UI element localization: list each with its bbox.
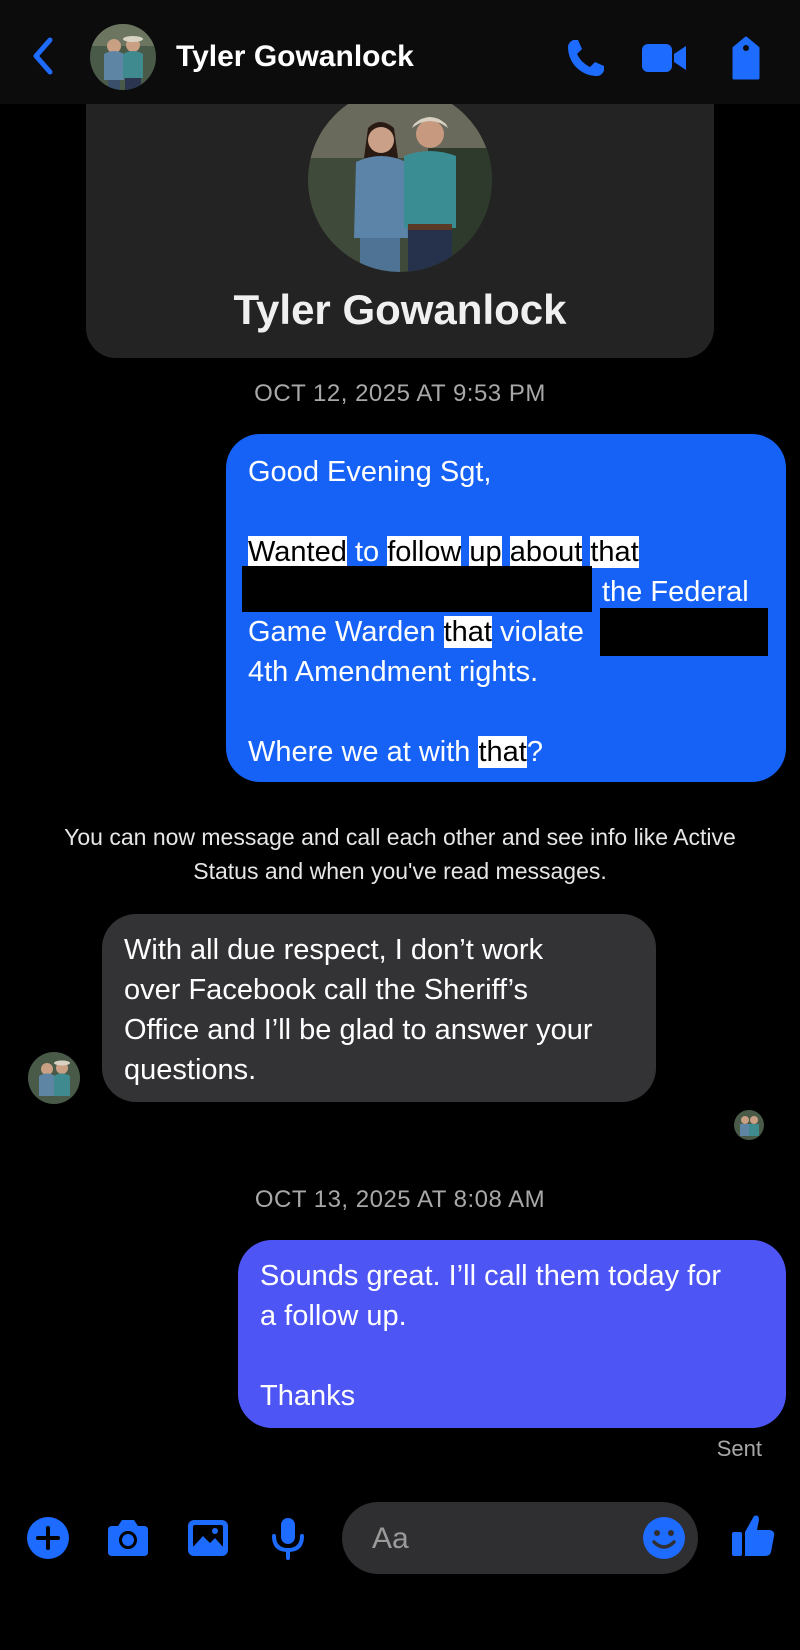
timestamp: OCT 13, 2025 AT 8:08 AM — [254, 1186, 546, 1213]
back-chevron-icon[interactable] — [28, 34, 58, 78]
outgoing-message-bubble[interactable]: Sounds great. I’ll call them today for a… — [238, 1240, 786, 1428]
message-line: questions. — [124, 1054, 257, 1086]
message-line: Sounds great. I’ll call them today for — [260, 1260, 722, 1292]
highlighted-word: about — [509, 536, 583, 568]
header-contact-name[interactable]: Tyler Gowanlock — [176, 40, 414, 74]
highlighted-word: Wanted — [248, 536, 347, 568]
message-line: Where we at with that? — [248, 732, 543, 772]
message-text: Where we at with — [248, 736, 471, 768]
message-composer[interactable] — [342, 1502, 698, 1574]
outgoing-message-bubble[interactable]: Good Evening Sgt, Wanted to follow up ab… — [226, 434, 786, 782]
message-line: Good Evening Sgt, — [248, 456, 492, 488]
contact-avatar[interactable] — [90, 24, 156, 90]
redaction-box — [600, 608, 768, 656]
video-camera-icon[interactable] — [640, 34, 688, 82]
microphone-icon[interactable] — [264, 1514, 312, 1562]
message-line: over Facebook call the Sheriff’s — [124, 974, 529, 1006]
emoji-icon[interactable] — [640, 1514, 688, 1562]
message-line: Office and I’ll be glad to answer your — [124, 1014, 593, 1046]
message-line: Game Warden that violate — [248, 612, 584, 652]
phone-icon[interactable] — [562, 34, 610, 82]
timestamp: OCT 12, 2025 AT 9:53 PM — [254, 380, 546, 407]
tag-icon[interactable] — [722, 34, 770, 82]
info-line: Status and when you've read messages. — [193, 858, 607, 884]
highlighted-word: that — [443, 616, 492, 648]
highlighted-word: that — [590, 536, 639, 568]
message-text: violate — [500, 616, 584, 648]
conversation-header: Tyler Gowanlock — [0, 0, 800, 104]
message-line: 4th Amendment rights. — [248, 656, 539, 688]
redaction-box — [242, 566, 592, 612]
sender-avatar[interactable] — [28, 1052, 80, 1104]
read-receipt-avatar — [734, 1110, 764, 1140]
connection-info-notice: You can now message and call each other … — [30, 820, 770, 888]
plus-icon[interactable] — [24, 1514, 72, 1562]
highlighted-word: up — [469, 536, 502, 568]
message-line: the Federal — [602, 576, 749, 608]
message-line: Thanks — [260, 1380, 356, 1412]
message-input[interactable] — [370, 1516, 634, 1562]
profile-card: Tyler Gowanlock — [86, 60, 714, 358]
message-line: With all due respect, I don’t work — [124, 934, 544, 966]
highlighted-word: that — [478, 736, 527, 768]
message-text: Game Warden — [248, 616, 436, 648]
message-status: Sent — [716, 1436, 762, 1461]
message-line: a follow up. — [260, 1300, 407, 1332]
profile-name: Tyler Gowanlock — [233, 286, 567, 333]
message-word: to — [354, 536, 380, 568]
camera-icon[interactable] — [104, 1514, 152, 1562]
gallery-icon[interactable] — [184, 1514, 232, 1562]
incoming-message-bubble[interactable]: With all due respect, I don’t work over … — [102, 914, 656, 1102]
highlighted-word: follow — [387, 536, 462, 568]
profile-photo[interactable] — [308, 88, 492, 272]
message-text: ? — [526, 736, 543, 768]
info-line: You can now message and call each other … — [64, 824, 736, 850]
thumbs-up-icon[interactable] — [728, 1510, 778, 1560]
